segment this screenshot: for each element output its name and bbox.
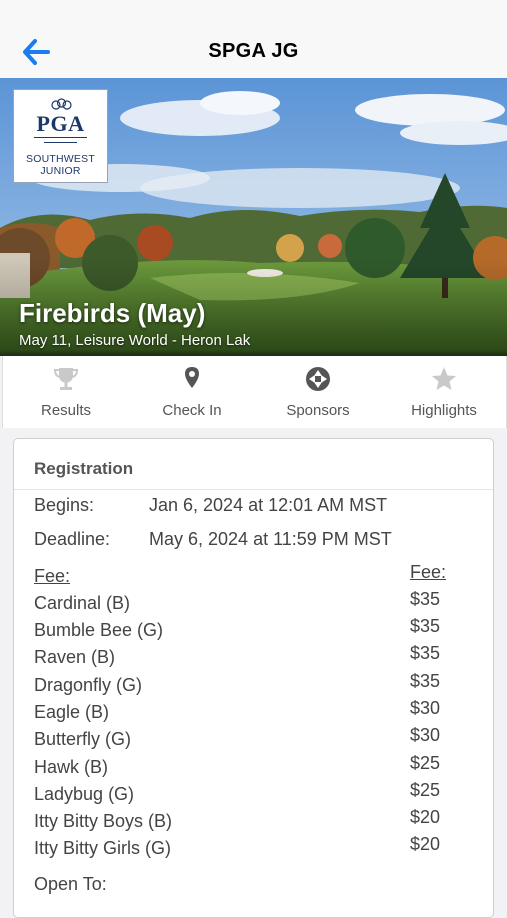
tab-check-in[interactable]: Check In <box>129 356 255 428</box>
deadline-value: May 6, 2024 at 11:59 PM MST <box>149 529 392 549</box>
event-title: Firebirds (May) <box>19 298 206 328</box>
fee-item-amount: $25 <box>410 780 441 800</box>
deadline-label: Deadline: <box>34 529 111 549</box>
logo-subtitle-1: SOUTHWEST <box>26 153 95 165</box>
tab-results[interactable]: Results <box>3 356 129 428</box>
fee-item-name: Cardinal (B) <box>34 593 131 613</box>
page-title: SPGA JG <box>208 40 299 62</box>
logo-text: PGA <box>36 111 85 136</box>
fee-item-name: Bumble Bee (G) <box>34 620 164 640</box>
fee-item-name: Ladybug (G) <box>34 784 135 804</box>
fee-item-name: Eagle (B) <box>34 702 110 722</box>
open-to-label: Open To: <box>34 874 107 894</box>
registration-card: Registration Begins: Jan 6, 2024 at 12:0… <box>13 438 494 918</box>
begins-label: Begins: <box>34 495 95 515</box>
fee-item-amount: $35 <box>410 616 441 636</box>
registration-title: Registration <box>34 459 134 478</box>
fee-item-name: Raven (B) <box>34 647 116 667</box>
fee-item-name: Itty Bitty Boys (B) <box>34 811 173 831</box>
fee-item-amount: $20 <box>410 834 441 854</box>
fee-header-right: Fee: <box>410 562 447 582</box>
logo-subtitle-2: JUNIOR <box>40 165 81 177</box>
fee-item-name: Hawk (B) <box>34 757 109 777</box>
trophy-icon <box>54 368 78 390</box>
tab-check-in-label: Check In <box>162 402 222 419</box>
star-icon <box>432 367 456 390</box>
begins-value: Jan 6, 2024 at 12:01 AM MST <box>149 495 388 515</box>
tab-sponsors[interactable]: Sponsors <box>255 356 381 428</box>
fee-item-name: Butterfly (G) <box>34 729 132 749</box>
fee-item-amount: $30 <box>410 725 441 745</box>
fee-item-name: Dragonfly (G) <box>34 675 143 695</box>
fee-item-amount: $20 <box>410 807 441 827</box>
tab-highlights[interactable]: Highlights <box>381 356 507 428</box>
event-tab-bar: Results Check In Sponsors Highlights <box>2 356 507 428</box>
tab-sponsors-label: Sponsors <box>286 402 350 419</box>
card-divider <box>14 489 493 490</box>
pga-southwest-junior-logo: PGA SOUTHWEST JUNIOR <box>13 89 108 183</box>
event-subtitle: May 11, Leisure World - Heron Lak <box>19 332 251 349</box>
fee-item-amount: $35 <box>410 671 441 691</box>
map-pin-icon <box>185 367 199 388</box>
fee-item-amount: $35 <box>410 643 441 663</box>
tab-results-label: Results <box>40 402 92 419</box>
fee-item-amount: $35 <box>410 589 441 609</box>
fee-item-amount: $25 <box>410 753 441 773</box>
fee-header-left: Fee: <box>34 566 71 586</box>
fee-item-name: Itty Bitty Girls (G) <box>34 838 171 858</box>
tab-highlights-label: Highlights <box>411 402 477 419</box>
fee-item-amount: $30 <box>410 698 441 718</box>
camera-aperture-icon <box>306 367 330 391</box>
golf-balls-icon <box>51 98 72 110</box>
app-header: SPGA JG <box>0 0 507 79</box>
